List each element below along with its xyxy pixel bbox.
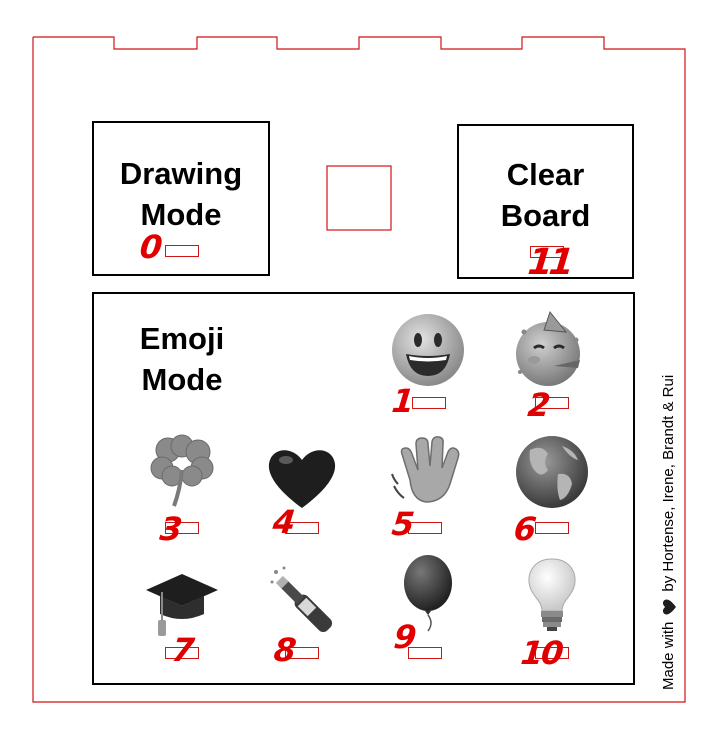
clear-board-label: Clear Board — [500, 157, 591, 233]
credit-text: Made with by Hortense, Irene, Brandt & R… — [660, 375, 677, 690]
number-8: 8 — [272, 631, 299, 669]
credit-before: Made with — [660, 621, 677, 690]
number-7: 7 — [170, 631, 197, 669]
globe-icon[interactable] — [512, 432, 592, 512]
number-9: 9 — [392, 618, 419, 656]
number-3: 3 — [158, 510, 185, 548]
shamrock-icon[interactable] — [142, 430, 222, 510]
credit-after: by Hortense, Irene, Brandt & Rui — [660, 374, 677, 592]
number-4: 4 — [271, 503, 298, 541]
number-1: 1 — [390, 382, 417, 420]
number-5: 5 — [390, 505, 417, 543]
drawing-mode-label: Drawing Mode — [119, 156, 243, 232]
drawing-mode-slot — [165, 245, 199, 257]
center-square-cutout — [326, 165, 392, 231]
slot-1 — [412, 397, 446, 409]
graduation-cap-icon[interactable] — [142, 562, 222, 642]
black-heart-small-icon — [662, 599, 676, 615]
drawing-mode-number: 0 — [138, 228, 165, 266]
number-6: 6 — [512, 510, 539, 548]
champagne-bottle-icon[interactable] — [262, 562, 342, 642]
clear-board-number: 11 — [525, 242, 573, 283]
partying-face-icon[interactable] — [510, 310, 590, 390]
emoji-mode-label: Emoji Mode — [139, 321, 225, 397]
number-2: 2 — [526, 386, 553, 424]
grinning-face-icon[interactable] — [388, 310, 468, 390]
waving-hand-icon[interactable] — [388, 428, 468, 508]
light-bulb-icon[interactable] — [512, 555, 592, 635]
number-10: 10 — [519, 634, 564, 672]
slot-6 — [535, 522, 569, 534]
